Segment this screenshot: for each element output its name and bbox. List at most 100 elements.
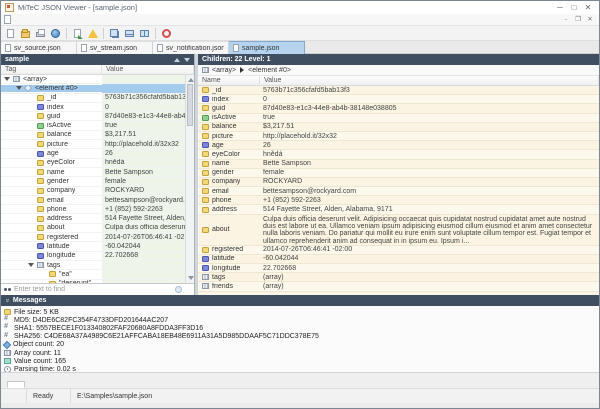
scroll-down-icon[interactable] — [188, 276, 194, 280]
type-icon — [37, 253, 44, 259]
detail-row[interactable]: picture http://placehold.it/32x32 — [198, 132, 599, 141]
mdi-close-icon[interactable]: ✕ — [584, 14, 596, 25]
tree-row[interactable]: guid 87d40e83-e1c3-44e8-ab4b-38... — [1, 112, 194, 121]
column-header-name[interactable]: Name — [198, 76, 260, 85]
detail-row[interactable]: latitude -60.042044 — [198, 255, 599, 264]
breadcrumb-current[interactable]: <element #0> — [248, 67, 291, 74]
search-input[interactable]: Enter text to find — [14, 286, 175, 293]
tile-horizontal-button[interactable] — [123, 27, 136, 40]
tree-row[interactable]: eyeColor hnědá — [1, 159, 194, 168]
column-header-value[interactable]: Value — [102, 65, 194, 74]
new-file-button[interactable] — [4, 27, 17, 40]
tree-row-tag: "deserunt" — [1, 280, 102, 283]
detail-row[interactable]: company ROCKYARD — [198, 178, 599, 187]
tree-row[interactable]: "deserunt" — [1, 280, 194, 283]
mdi-restore-icon[interactable] — [572, 14, 584, 25]
export-button[interactable] — [71, 27, 84, 40]
tree-row[interactable]: latitude -60.042044 — [1, 242, 194, 251]
collapse-panel-icon[interactable] — [3, 299, 10, 303]
column-header-tag[interactable]: Tag — [1, 65, 102, 74]
tree-row[interactable]: age 26 — [1, 149, 194, 158]
detail-row[interactable]: guid 87d40e83-e1c3-44e8-ab4b-38148e03880… — [198, 104, 599, 113]
print-button[interactable] — [34, 27, 47, 40]
close-icon[interactable] — [581, 2, 595, 14]
breadcrumb-root[interactable]: <array> — [212, 67, 236, 74]
tree-row[interactable]: longitude 22.702668 — [1, 252, 194, 261]
tree-row[interactable]: <element #0> — [1, 84, 194, 93]
document-tab[interactable]: sample.json — [229, 41, 305, 54]
tree-row-tag: balance — [1, 131, 102, 138]
type-icon — [37, 151, 44, 157]
detail-row-label: registered — [212, 246, 243, 253]
tree-row[interactable]: isActive true — [1, 121, 194, 130]
detail-row[interactable]: name Bette Sampson — [198, 160, 599, 169]
exit-button[interactable] — [160, 27, 173, 40]
tree-row[interactable]: registered 2014-07-26T06:46:41 -02:00 — [1, 233, 194, 242]
collapse-all-icon[interactable] — [174, 58, 180, 62]
tree-scrollbar[interactable] — [185, 75, 194, 283]
document-tab[interactable]: sv_source.json — [1, 41, 77, 54]
detail-row[interactable]: _id 5763b71c356cfafd5bab13f3 — [198, 86, 599, 95]
messages-header[interactable]: Messages — [1, 295, 599, 306]
open-file-button[interactable] — [19, 27, 32, 40]
detail-row[interactable]: eyeColor hnědá — [198, 150, 599, 159]
tree-row[interactable]: tags — [1, 261, 194, 270]
scrollbar-thumb[interactable] — [187, 84, 193, 126]
tree-row[interactable]: email bettesampson@rockyard.com — [1, 196, 194, 205]
detail-row[interactable]: longitude 22.702668 — [198, 264, 599, 273]
detail-row[interactable]: phone +1 (852) 592-2263 — [198, 196, 599, 205]
maximize-icon[interactable] — [567, 2, 581, 14]
validate-button[interactable] — [86, 27, 99, 40]
tree-row[interactable]: address 514 Fayette Street, Alden, Ala..… — [1, 214, 194, 223]
tree-row[interactable]: balance $3,217.51 — [1, 131, 194, 140]
mdi-minimize-icon[interactable]: ﹣ — [560, 14, 572, 25]
tree-row[interactable]: _id 5763b71c356cfafd5bab13f3 — [1, 94, 194, 103]
detail-row[interactable]: registered 2014-07-26T06:46:41 -02:00 — [198, 246, 599, 255]
detail-row[interactable]: tags (array) — [198, 273, 599, 282]
detail-row-label: company — [212, 178, 240, 185]
detail-row-value: true — [260, 114, 599, 122]
detail-row-value: (array) — [260, 273, 599, 281]
view-tab[interactable] — [7, 381, 25, 388]
chevron-down-icon[interactable] — [4, 77, 10, 81]
detail-row-name: isActive — [198, 114, 260, 122]
detail-row-value: 514 Fayette Street, Alden, Alabama, 9171 — [260, 205, 599, 213]
tree-row[interactable]: gender female — [1, 177, 194, 186]
detail-row[interactable]: about Culpa duis officia deserunt velit.… — [198, 215, 599, 246]
search-clear-icon[interactable] — [175, 286, 182, 293]
tree-row[interactable]: picture http://placehold.it/32x32 — [1, 140, 194, 149]
tree-row-tag: <array> — [1, 76, 102, 83]
tree-row-tag: picture — [1, 141, 102, 148]
tree-row[interactable]: name Bette Sampson — [1, 168, 194, 177]
cascade-windows-button[interactable] — [108, 27, 121, 40]
detail-row[interactable]: address 514 Fayette Street, Alden, Alaba… — [198, 205, 599, 214]
detail-row[interactable]: balance $3,217.51 — [198, 123, 599, 132]
type-icon — [202, 151, 209, 157]
tree-row[interactable]: about Culpa duis officia deserunt vel... — [1, 224, 194, 233]
chevron-down-icon[interactable] — [16, 86, 22, 90]
minimize-icon[interactable] — [553, 2, 567, 14]
search-bar[interactable]: Enter text to find — [1, 283, 194, 295]
tree-row-tag: isActive — [1, 122, 102, 129]
tree-row[interactable]: phone +1 (852) 592-2263 — [1, 205, 194, 214]
tree-row[interactable]: company ROCKYARD — [1, 187, 194, 196]
detail-row[interactable]: age 26 — [198, 141, 599, 150]
tree-row[interactable]: "ea" — [1, 270, 194, 279]
detail-row[interactable]: friends (array) — [198, 282, 599, 291]
tree-row-label: "ea" — [59, 271, 72, 278]
expand-all-icon[interactable] — [184, 58, 190, 62]
tree-row[interactable]: index 0 — [1, 103, 194, 112]
scroll-up-icon[interactable] — [188, 78, 194, 82]
tree-row[interactable]: <array> — [1, 75, 194, 84]
detail-row[interactable]: email bettesampson@rockyard.com — [198, 187, 599, 196]
column-header-value[interactable]: Value — [260, 76, 599, 85]
tile-vertical-button[interactable] — [138, 27, 151, 40]
web-button[interactable] — [49, 27, 62, 40]
document-tab[interactable]: sv_notification.json — [153, 41, 229, 54]
type-icon — [202, 142, 209, 148]
document-tab[interactable]: sv_stream.json — [77, 41, 153, 54]
chevron-down-icon[interactable] — [28, 263, 34, 267]
detail-row[interactable]: gender female — [198, 169, 599, 178]
detail-row[interactable]: index 0 — [198, 95, 599, 104]
detail-row[interactable]: isActive true — [198, 114, 599, 123]
